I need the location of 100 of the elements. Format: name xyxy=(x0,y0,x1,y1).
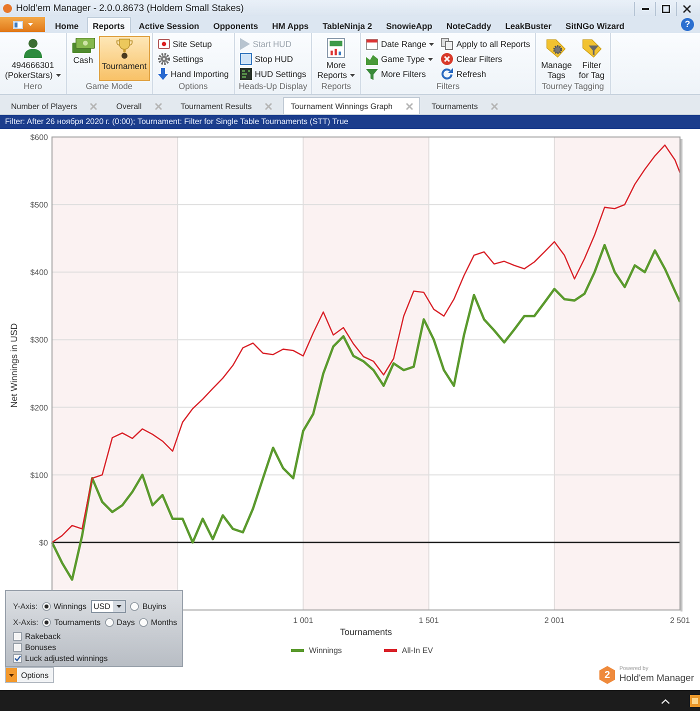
report-tab[interactable]: Overall xyxy=(108,97,169,114)
y-axis-title: Net Winnings in USD xyxy=(9,323,19,408)
report-tab[interactable]: Tournaments xyxy=(424,97,505,114)
menu-tab[interactable]: Active Session xyxy=(132,17,206,33)
y-tick-label: $500 xyxy=(30,200,48,210)
checkbox[interactable] xyxy=(13,654,22,662)
y-tick-label: $400 xyxy=(30,268,48,278)
ribbon-button[interactable]: More Filters xyxy=(363,66,438,81)
copy-icon xyxy=(441,38,454,50)
group-label: Tourney Tagging xyxy=(540,81,605,93)
radio-label: Buyins xyxy=(142,602,166,611)
menu-tab[interactable]: Reports xyxy=(86,17,131,33)
report-tab[interactable]: Tournament Results xyxy=(172,97,279,114)
clear-icon xyxy=(441,52,454,64)
x-tick-label: 1 501 xyxy=(418,616,439,625)
ribbon-button[interactable]: Hand Importing xyxy=(154,66,232,81)
menu-tab[interactable]: Opponents xyxy=(207,17,264,33)
radio-button[interactable] xyxy=(130,602,140,611)
menu-tab[interactable]: NoteCaddy xyxy=(440,17,498,33)
y-tick-label: $100 xyxy=(30,470,48,480)
options-button[interactable]: Options xyxy=(5,667,54,683)
ribbon-button[interactable]: Clear Filters xyxy=(438,51,534,66)
ribbon-button[interactable]: Filter for Tag xyxy=(576,36,608,81)
caret-icon xyxy=(6,668,17,682)
refresh-icon xyxy=(441,68,454,80)
app-menu-button[interactable] xyxy=(0,17,45,32)
group-label: Options xyxy=(178,81,209,93)
report-tab[interactable]: Number of Players xyxy=(3,97,104,114)
logo-mark: 2 xyxy=(599,666,616,684)
menu-tab[interactable]: SitNGo Wizard xyxy=(560,17,630,33)
chevron-up-icon[interactable] xyxy=(661,699,670,704)
y-tick-label: $200 xyxy=(30,403,48,412)
minimize-icon[interactable] xyxy=(642,8,648,10)
checkbox-label: Luck adjusted winnings xyxy=(25,654,108,662)
checkbox[interactable] xyxy=(13,642,22,652)
radio-label: Winnings xyxy=(54,602,87,611)
radio-label: Tournaments xyxy=(54,618,101,627)
play-icon xyxy=(240,38,250,50)
radio-label: Days xyxy=(116,618,135,627)
banknotes-icon xyxy=(72,38,95,53)
radio-label: Months xyxy=(150,618,178,627)
ribbon-button[interactable]: Stop HUD xyxy=(236,51,310,66)
group-label: Reports xyxy=(320,81,352,93)
window-icon xyxy=(158,38,170,50)
ribbon-button[interactable]: 494666301 (PokerStars) xyxy=(2,36,64,81)
radio-button[interactable] xyxy=(42,618,52,627)
radio-button[interactable] xyxy=(138,618,148,627)
ribbon-button[interactable]: Refresh xyxy=(438,66,534,81)
help-button[interactable]: ? xyxy=(681,18,694,31)
y-tick-label: $0 xyxy=(39,538,48,548)
currency-select[interactable]: USD xyxy=(90,600,126,613)
y-tick-label: $600 xyxy=(30,133,48,142)
group-label: Heads-Up Display xyxy=(238,81,308,93)
ribbon-button[interactable]: Tournament xyxy=(98,36,150,81)
caret-icon xyxy=(28,23,32,26)
ribbon-button[interactable]: Apply to all Reports xyxy=(438,36,534,51)
menu-tab[interactable]: TableNinja 2 xyxy=(316,17,378,33)
tag-gear-icon xyxy=(546,38,566,58)
ribbon-button[interactable]: Manage Tags xyxy=(538,36,575,81)
ribbon-button[interactable]: Game Type xyxy=(363,51,438,66)
tray-app-icon[interactable] xyxy=(690,694,700,706)
radio-button[interactable] xyxy=(42,602,51,611)
calendar-icon xyxy=(366,38,378,50)
ribbon-button[interactable]: More Reports xyxy=(314,36,358,81)
axis-label: Y-Axis: xyxy=(13,602,38,611)
x-axis-title: Tournaments xyxy=(340,627,392,637)
x-tick-label: 1 001 xyxy=(293,616,314,625)
maximize-icon[interactable] xyxy=(662,5,670,13)
ribbon-button[interactable]: Cash xyxy=(68,36,98,81)
ribbon-button[interactable]: HUD Settings xyxy=(236,66,310,81)
settings-icon xyxy=(158,52,170,64)
trophy-icon xyxy=(116,38,133,59)
x-tick-label: 2 501 xyxy=(670,616,690,625)
app-icon xyxy=(3,4,12,12)
group-label: Hero xyxy=(22,81,44,93)
menu-tab[interactable]: Home xyxy=(49,17,85,33)
menu-tab[interactable]: LeakBuster xyxy=(499,17,558,33)
x-tick-label: 2 001 xyxy=(544,616,564,625)
tag-funnel-icon xyxy=(582,38,602,58)
legend-label: Winnings xyxy=(308,646,342,654)
y-tick-label: $300 xyxy=(30,336,48,345)
radio-button[interactable] xyxy=(104,618,114,627)
caret-icon[interactable] xyxy=(113,601,126,612)
logo-name: Hold'em Manager xyxy=(619,673,694,684)
menu-tab[interactable]: SnowieApp xyxy=(380,17,438,33)
filter-icon xyxy=(366,68,378,80)
menu-tab[interactable]: HM Apps xyxy=(266,17,315,33)
ribbon-button[interactable]: Settings xyxy=(154,51,232,66)
legend-label: All-In EV xyxy=(402,646,434,654)
checkbox-label: Bonuses xyxy=(25,642,56,652)
arrow-down-icon xyxy=(158,68,168,80)
report-tab[interactable]: Tournament Winnings Graph xyxy=(282,97,420,114)
report-icon xyxy=(327,38,346,58)
filter-bar: Filter: After 26 ноября 2020 г. (0:00); Tournament: Filter for Single Table Tournaments (STT) True xyxy=(0,115,700,129)
checkbox[interactable] xyxy=(13,632,22,640)
ribbon-button[interactable]: Site Setup xyxy=(154,36,232,51)
close-icon[interactable] xyxy=(683,5,691,13)
ribbon-button[interactable]: Date Range xyxy=(363,36,438,51)
avatar-icon xyxy=(22,38,43,58)
checkbox-label: Rakeback xyxy=(25,632,61,640)
